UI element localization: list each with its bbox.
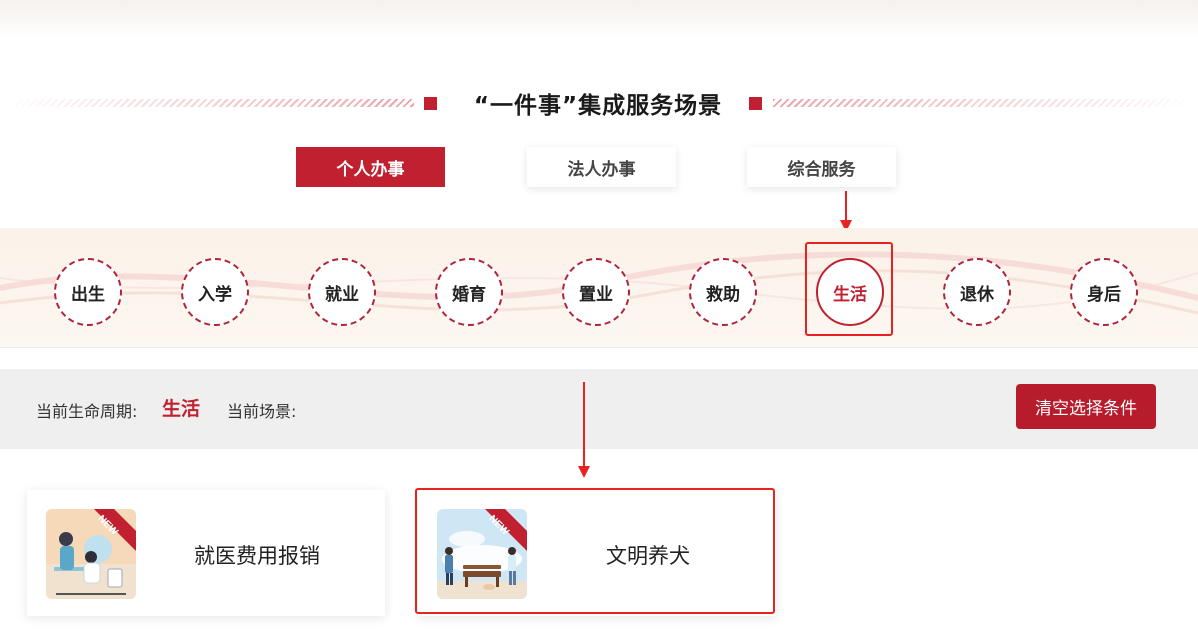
new-ribbon-icon [94, 509, 136, 551]
stage-birth[interactable]: 出生 [54, 258, 122, 326]
stage-property[interactable]: 置业 [562, 258, 630, 326]
annotation-highlight-card [415, 488, 775, 614]
title-square-left [424, 97, 437, 110]
service-card-medical-reimbursement[interactable]: NEW 就医费用报销 [27, 490, 385, 616]
stage-school[interactable]: 入学 [181, 258, 249, 326]
lifecycle-value: 生活 [162, 398, 201, 420]
scene-label: 当前场景: [227, 402, 297, 421]
title-decor-right [773, 99, 1198, 107]
status-bar: 当前生命周期: 生活 当前场景: 清空选择条件 [0, 369, 1198, 449]
annotation-highlight-stage [805, 242, 893, 336]
lifecycle-label: 当前生命周期: [36, 402, 138, 421]
section-title: “一件事”集成服务场景 [473, 93, 723, 119]
tab-personal[interactable]: 个人办事 [296, 147, 445, 187]
stage-employment[interactable]: 就业 [308, 258, 376, 326]
stage-retirement[interactable]: 退休 [943, 258, 1011, 326]
stage-marriage[interactable]: 婚育 [435, 258, 503, 326]
stage-afterlife[interactable]: 身后 [1070, 258, 1138, 326]
annotation-arrow-2-head [578, 466, 590, 478]
title-decor-left [0, 99, 414, 107]
medical-illustration: NEW [46, 509, 136, 599]
title-square-right [749, 97, 762, 110]
stage-assistance[interactable]: 救助 [689, 258, 757, 326]
tab-comprehensive[interactable]: 综合服务 [747, 147, 896, 187]
section-header: “一件事”集成服务场景 [0, 82, 1198, 122]
clear-conditions-button[interactable]: 清空选择条件 [1016, 384, 1156, 429]
card-title: 就医费用报销 [194, 544, 320, 568]
annotation-arrow-2 [583, 382, 585, 468]
top-banner-fade [0, 0, 1198, 40]
lifecycle-band: 出生 入学 就业 婚育 置业 救助 生活 退休 身后 [0, 228, 1198, 348]
annotation-arrow-1 [845, 191, 847, 221]
tab-legal-entity[interactable]: 法人办事 [527, 147, 676, 187]
